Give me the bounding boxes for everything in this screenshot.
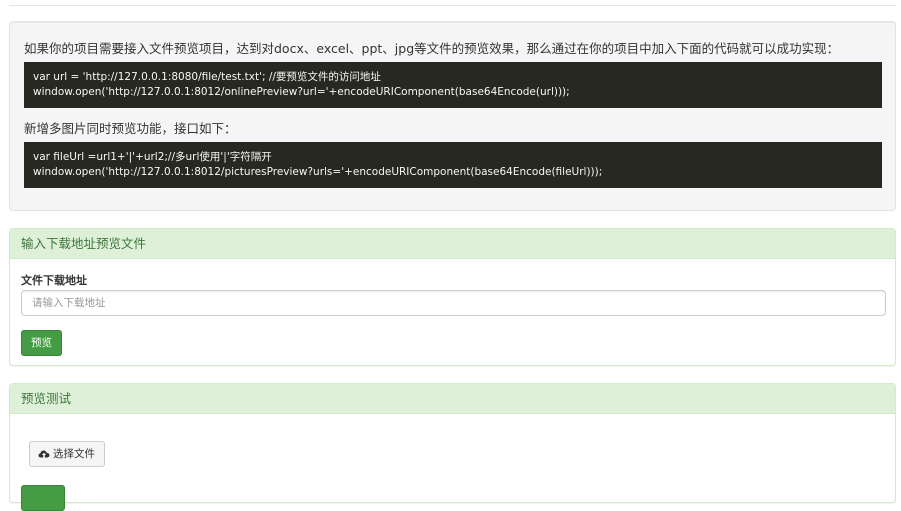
panel-heading: 预览测试 — [10, 384, 895, 414]
download-url-label: 文件下载地址 — [21, 274, 87, 287]
top-divider — [9, 5, 896, 6]
intro-panel: 如果你的项目需要接入文件预览项目，达到对docx、excel、ppt、jpg等文… — [9, 21, 896, 211]
code-line: var fileUrl =url1+'|'+url2;//多url使用'|'字符… — [33, 151, 272, 163]
choose-file-label: 选择文件 — [53, 448, 95, 460]
multi-preview-code-block: var fileUrl =url1+'|'+url2;//多url使用'|'字符… — [24, 142, 882, 188]
cloud-upload-icon — [38, 450, 50, 458]
download-preview-panel: 输入下载地址预览文件 文件下载地址 预览 — [9, 228, 896, 366]
code-line: window.open('http://127.0.0.1:8012/pictu… — [33, 166, 603, 178]
code-line: window.open('http://127.0.0.1:8012/onlin… — [33, 86, 570, 98]
choose-file-button[interactable]: 选择文件 — [29, 441, 105, 467]
code-line: var url = 'http://127.0.0.1:8080/file/te… — [33, 71, 381, 83]
upload-button[interactable] — [21, 485, 65, 511]
intro-text: 如果你的项目需要接入文件预览项目，达到对docx、excel、ppt、jpg等文… — [24, 41, 840, 56]
single-preview-code-block: var url = 'http://127.0.0.1:8080/file/te… — [24, 62, 882, 108]
multi-preview-text: 新增多图片同时预览功能，接口如下： — [24, 121, 237, 136]
preview-test-panel: 预览测试 选择文件 — [9, 383, 896, 511]
download-url-input[interactable] — [21, 290, 886, 316]
panel-heading: 输入下载地址预览文件 — [10, 229, 895, 259]
preview-button[interactable]: 预览 — [21, 330, 62, 356]
